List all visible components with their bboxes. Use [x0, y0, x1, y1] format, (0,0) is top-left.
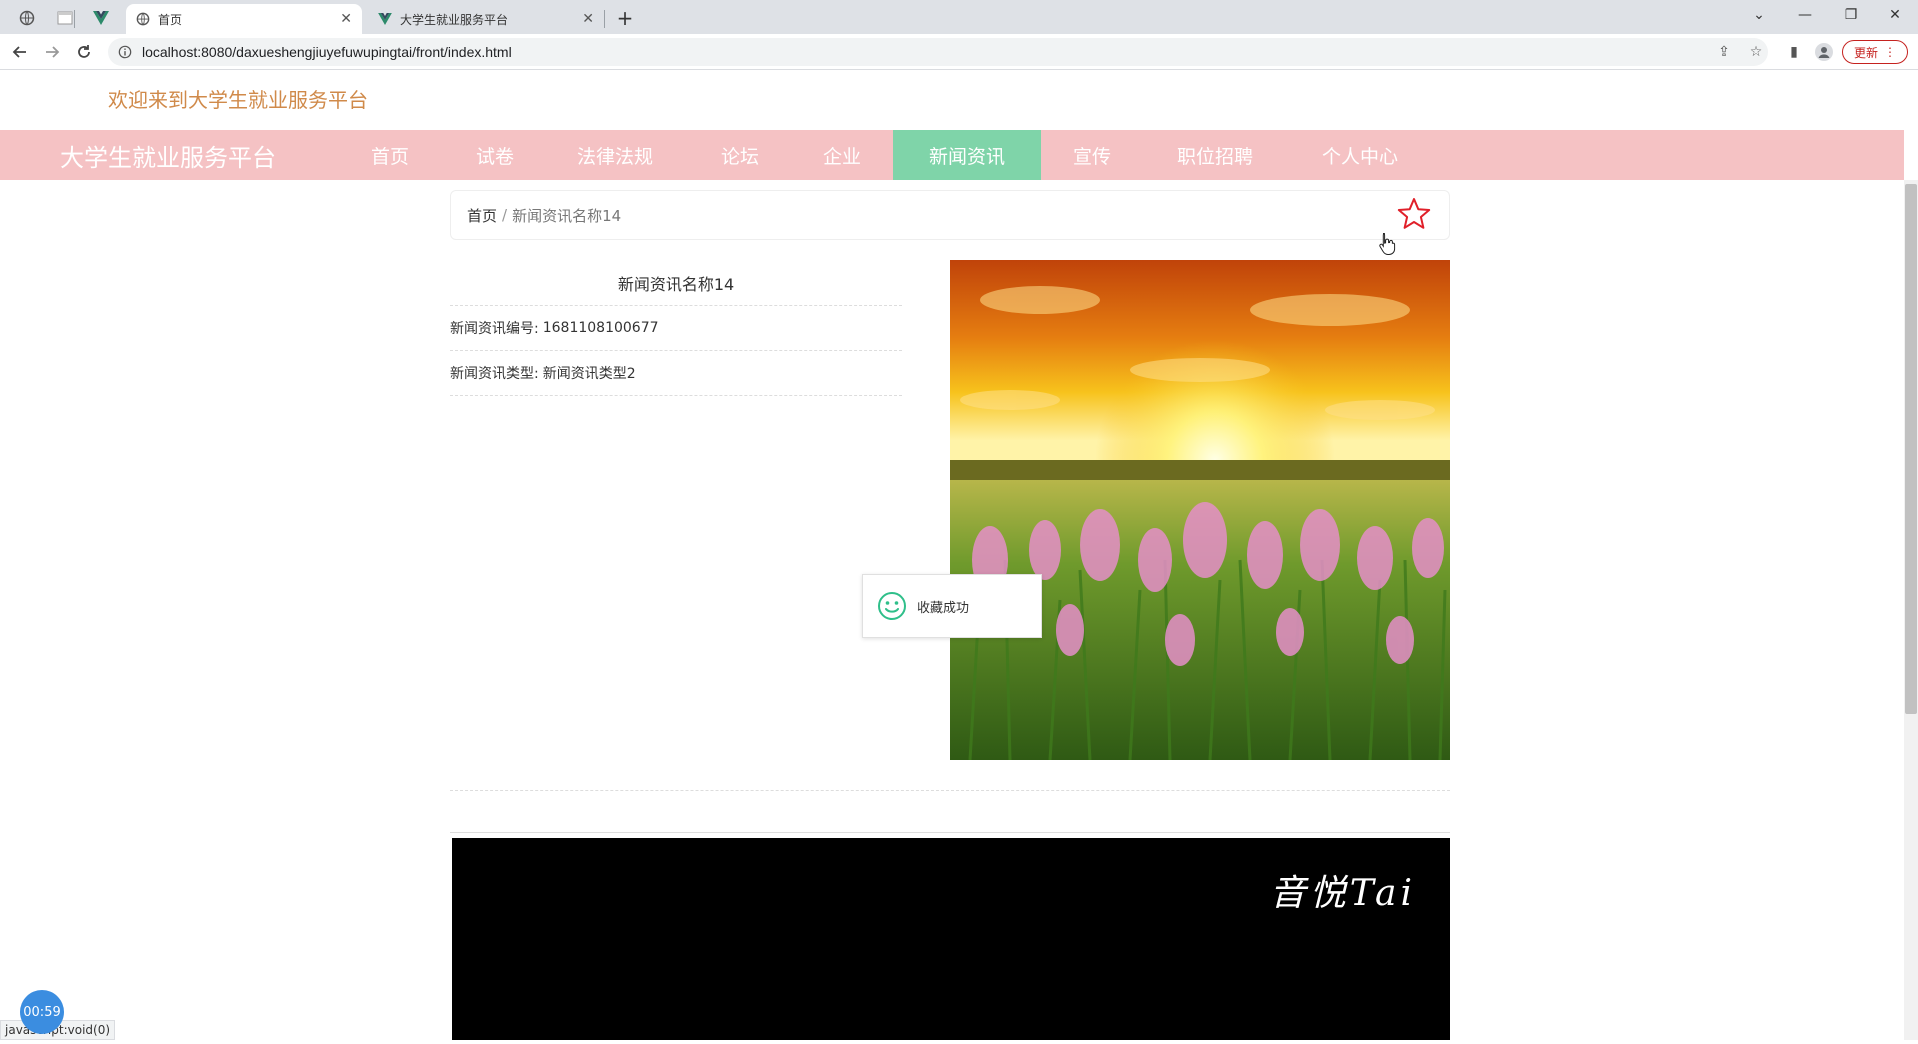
tab-favicon-globe[interactable] [10, 5, 44, 31]
tab-favicon-vue[interactable] [84, 5, 118, 31]
breadcrumb-separator: / [502, 206, 508, 224]
tab-separator [74, 10, 75, 28]
nav-news[interactable]: 新闻资讯 [893, 130, 1041, 180]
share-icon[interactable]: ⇪ [1714, 42, 1734, 62]
browser-toolbar: localhost:8080/daxueshengjiuyefuwupingta… [0, 34, 1918, 70]
nav-laws[interactable]: 法律法规 [555, 130, 675, 180]
globe-icon [136, 12, 150, 26]
video-watermark: 音悦Tai [1269, 873, 1416, 914]
detail-row-id: 新闻资讯编号: 1681108100677 [450, 306, 902, 351]
divider [450, 832, 1450, 833]
page-viewport: 欢迎来到大学生就业服务平台 大学生就业服务平台 首页 试卷 法律法规 论坛 企业… [0, 70, 1904, 1040]
browser-tab-strip: 首页 ✕ 大学生就业服务平台 ✕ + ⌄ — ❐ ✕ [0, 0, 1918, 34]
detail-title: 新闻资讯名称14 [450, 260, 902, 306]
recording-timer[interactable]: 00:59 [20, 990, 64, 1034]
brand-title[interactable]: 大学生就业服务平台 [60, 130, 276, 180]
main-navbar: 大学生就业服务平台 首页 试卷 法律法规 论坛 企业 新闻资讯 宣传 职位招聘 … [0, 130, 1904, 180]
tab-platform[interactable]: 大学生就业服务平台 ✕ [368, 4, 604, 34]
bookmark-star-icon[interactable]: ☆ [1746, 42, 1766, 62]
update-label: 更新 [1853, 45, 1878, 60]
news-image [950, 260, 1450, 760]
arrow-left-icon [12, 46, 26, 58]
more-menu-icon: ⋮ [1884, 45, 1896, 59]
field-label: 新闻资讯类型: [450, 366, 539, 382]
tab-search-icon[interactable]: ⌄ [1736, 0, 1782, 30]
nav-profile[interactable]: 个人中心 [1300, 130, 1420, 180]
new-tab-button[interactable]: + [608, 5, 642, 31]
info-icon[interactable] [118, 45, 132, 59]
breadcrumb-home[interactable]: 首页 [467, 205, 497, 226]
breadcrumb-current: 新闻资讯名称14 [512, 206, 622, 225]
update-button[interactable]: 更新 ⋮ [1842, 40, 1908, 64]
tab-title: 首页 [158, 12, 183, 27]
page-icon [57, 11, 73, 25]
side-panel-icon[interactable]: ▮ [1784, 42, 1804, 62]
vue-icon [378, 13, 392, 25]
breadcrumb: 首页 / 新闻资讯名称14 [450, 190, 1450, 240]
favorite-star-icon[interactable] [1396, 196, 1432, 232]
toast-text: 收藏成功 [917, 600, 970, 616]
reload-icon [78, 45, 90, 58]
globe-icon [19, 10, 35, 26]
tab-home[interactable]: 首页 ✕ [126, 4, 362, 34]
field-value: 新闻资讯类型2 [542, 366, 636, 382]
smile-icon [878, 592, 906, 620]
back-button[interactable] [6, 38, 34, 66]
tab-title: 大学生就业服务平台 [400, 12, 509, 27]
divider [450, 790, 1450, 791]
nav-jobs[interactable]: 职位招聘 [1160, 130, 1270, 180]
forward-button[interactable] [38, 38, 66, 66]
restore-button[interactable]: ❐ [1828, 0, 1874, 30]
detail-row-type: 新闻资讯类型: 新闻资讯类型2 [450, 351, 902, 396]
field-value: 1681108100677 [542, 320, 659, 336]
nav-company[interactable]: 企业 [792, 130, 892, 180]
address-bar[interactable]: localhost:8080/daxueshengjiuyefuwupingta… [108, 38, 1768, 66]
arrow-right-icon [46, 46, 60, 58]
nav-forum[interactable]: 论坛 [690, 130, 790, 180]
minimize-button[interactable]: — [1782, 0, 1828, 30]
tab-separator [604, 10, 605, 28]
vue-icon [93, 11, 109, 25]
profile-avatar-icon[interactable] [1814, 42, 1834, 62]
welcome-text: 欢迎来到大学生就业服务平台 [108, 88, 368, 112]
field-label: 新闻资讯编号: [450, 321, 539, 337]
nav-promo[interactable]: 宣传 [1042, 130, 1142, 180]
close-tab-icon[interactable]: ✕ [340, 11, 352, 27]
close-window-button[interactable]: ✕ [1872, 0, 1918, 30]
nav-exam[interactable]: 试卷 [445, 130, 545, 180]
nav-home[interactable]: 首页 [340, 130, 440, 180]
toast-message: 收藏成功 [862, 574, 1042, 638]
url-text: localhost:8080/daxueshengjiuyefuwupingta… [142, 44, 512, 60]
mouse-cursor-icon [1379, 233, 1396, 255]
reload-button[interactable] [70, 38, 98, 66]
scrollbar-thumb[interactable] [1905, 184, 1917, 714]
close-tab-icon[interactable]: ✕ [582, 11, 594, 27]
tab-favicon-page[interactable] [48, 5, 82, 31]
video-player[interactable]: 音悦Tai [452, 838, 1450, 1040]
